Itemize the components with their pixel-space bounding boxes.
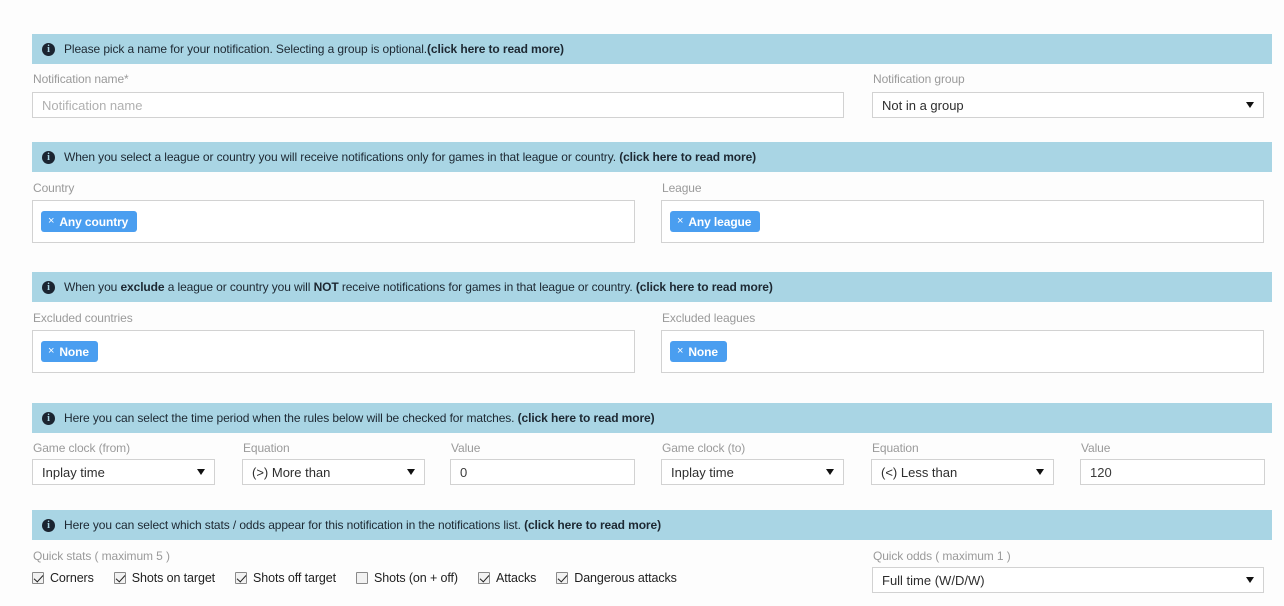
notification-group-label: Notification group (873, 72, 965, 86)
info-circle-icon: i (42, 411, 55, 425)
excluded-leagues-tag-label: None (688, 344, 718, 359)
chevron-down-icon (826, 469, 834, 475)
notification-settings-form: i Please pick a name for your notificati… (0, 0, 1284, 606)
game-clock-from-label: Game clock (from) (33, 441, 130, 455)
info-circle-icon: i (42, 280, 55, 294)
remove-icon[interactable]: × (48, 346, 54, 357)
quick-stat-label: Shots off target (253, 571, 336, 585)
quick-stats-checkbox-group: Corners Shots on target Shots off target Sh… (32, 571, 697, 585)
info-bar-exclude: i When you exclude a league or country y… (32, 272, 1272, 302)
info-bar-exclude-text: When you exclude a league or country you… (64, 280, 773, 294)
checkbox-unchecked-icon[interactable] (356, 572, 368, 584)
league-tag[interactable]: × Any league (670, 211, 761, 232)
checkbox-checked-icon[interactable] (32, 572, 44, 584)
chevron-down-icon (407, 469, 415, 475)
game-clock-to-label: Game clock (to) (662, 441, 746, 455)
quick-stats-label: Quick stats ( maximum 5 ) (33, 549, 170, 563)
excluded-countries-tag[interactable]: × None (41, 341, 98, 362)
checkbox-checked-icon[interactable] (556, 572, 569, 584)
info-bar-include-text: When you select a league or country you … (64, 150, 757, 164)
quick-stat-label: Shots (on + off) (374, 571, 458, 585)
quick-stat-label: Corners (50, 571, 94, 585)
quick-stat-label: Dangerous attacks (574, 571, 677, 585)
value-from-label: Value (451, 441, 481, 455)
remove-icon[interactable]: × (48, 216, 54, 227)
game-clock-from-select[interactable]: Inplay time (32, 459, 215, 485)
info-bar-include: i When you select a league or country yo… (32, 142, 1272, 172)
notification-group-select[interactable]: Not in a group (872, 92, 1264, 118)
quick-stat-label: Attacks (495, 571, 537, 585)
quick-stat-item[interactable]: Shots on target (113, 571, 216, 585)
excluded-countries-label: Excluded countries (33, 311, 133, 325)
remove-icon[interactable]: × (677, 216, 683, 227)
equation-to-value: (<) Less than (881, 464, 958, 480)
excluded-leagues-label: Excluded leagues (662, 311, 756, 325)
equation-from-value: (>) More than (252, 464, 331, 480)
info-circle-icon: i (42, 42, 55, 56)
quick-stat-item[interactable]: Dangerous attacks (556, 571, 677, 585)
info-bar-name-text: Please pick a name for your notification… (64, 42, 564, 56)
chevron-down-icon (1246, 577, 1254, 583)
checkbox-checked-icon[interactable] (235, 572, 248, 584)
league-label: League (662, 181, 702, 195)
quick-odds-select[interactable]: Full time (W/D/W) (872, 567, 1264, 593)
quick-stat-item[interactable]: Shots (on + off) (356, 571, 458, 585)
excluded-leagues-tag-box[interactable]: × None (661, 330, 1264, 373)
game-clock-from-value: Inplay time (42, 464, 105, 480)
notification-name-label: Notification name* (33, 72, 129, 86)
checkbox-checked-icon[interactable] (113, 572, 126, 584)
excluded-countries-tag-label: None (59, 344, 89, 359)
country-tag-box[interactable]: × Any country (32, 200, 635, 243)
country-tag-label: Any country (59, 214, 129, 229)
country-label: Country (33, 181, 75, 195)
equation-from-label: Equation (243, 441, 290, 455)
value-from-input[interactable] (450, 459, 635, 485)
excluded-countries-tag-box[interactable]: × None (32, 330, 635, 373)
league-tag-box[interactable]: × Any league (661, 200, 1264, 243)
info-bar-quickstats-text: Here you can select which stats / odds a… (64, 518, 661, 532)
quick-stat-label: Shots on target (131, 571, 216, 585)
info-circle-icon: i (42, 518, 55, 532)
info-bar-timeperiod: i Here you can select the time period wh… (32, 403, 1272, 433)
value-to-label: Value (1081, 441, 1111, 455)
quick-stat-item[interactable]: Corners (32, 571, 94, 585)
info-bar-timeperiod-text: Here you can select the time period when… (64, 411, 655, 425)
notification-name-input[interactable] (32, 92, 844, 118)
remove-icon[interactable]: × (677, 346, 683, 357)
quick-stat-item[interactable]: Attacks (477, 571, 537, 585)
chevron-down-icon (1246, 102, 1254, 108)
info-bar-quickstats: i Here you can select which stats / odds… (32, 510, 1272, 540)
checkbox-checked-icon[interactable] (477, 572, 490, 584)
info-bar-name: i Please pick a name for your notificati… (32, 34, 1272, 64)
chevron-down-icon (1036, 469, 1044, 475)
country-tag[interactable]: × Any country (41, 211, 138, 232)
info-circle-icon: i (42, 150, 55, 164)
game-clock-to-select[interactable]: Inplay time (661, 459, 844, 485)
equation-to-select[interactable]: (<) Less than (871, 459, 1054, 485)
league-tag-label: Any league (688, 214, 752, 229)
notification-group-value: Not in a group (882, 97, 964, 113)
quick-odds-label: Quick odds ( maximum 1 ) (873, 549, 1011, 563)
value-to-input[interactable] (1080, 459, 1265, 485)
chevron-down-icon (197, 469, 205, 475)
quick-odds-value: Full time (W/D/W) (882, 572, 985, 588)
quick-stat-item[interactable]: Shots off target (235, 571, 336, 585)
equation-from-select[interactable]: (>) More than (242, 459, 425, 485)
game-clock-to-value: Inplay time (671, 464, 734, 480)
equation-to-label: Equation (872, 441, 919, 455)
excluded-leagues-tag[interactable]: × None (670, 341, 727, 362)
